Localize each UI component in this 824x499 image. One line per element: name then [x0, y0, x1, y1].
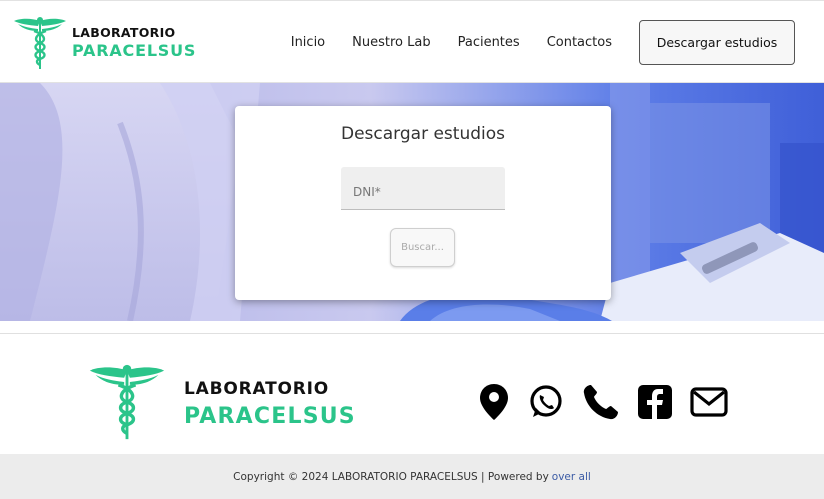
footer-logo-line1: LABORATORIO [184, 379, 330, 399]
download-form-card: Descargar estudios Buscar... [235, 106, 611, 300]
mail-icon[interactable] [690, 387, 728, 417]
whatsapp-icon[interactable] [528, 384, 564, 420]
form-title: Descargar estudios [341, 124, 505, 144]
copyright-text: Copyright © 2024 LABORATORIO PARACELSUS … [233, 470, 549, 483]
copyright-bar: Copyright © 2024 LABORATORIO PARACELSUS … [0, 454, 824, 499]
dni-input[interactable] [341, 167, 505, 210]
site-footer: LABORATORIO PARACELSUS [0, 333, 824, 455]
logo-line2: PARACELSUS [72, 41, 197, 61]
caduceus-icon [86, 362, 168, 447]
nav-inicio[interactable]: Inicio [291, 35, 325, 50]
nav-pacientes[interactable]: Pacientes [458, 35, 520, 50]
header-logo[interactable]: LABORATORIO PARACELSUS [12, 15, 196, 71]
main-nav: Inicio Nuestro Lab Pacientes Contactos [264, 1, 612, 84]
footer-logo-line2: PARACELSUS [184, 404, 356, 429]
footer-logo[interactable]: LABORATORIO PARACELSUS [86, 362, 356, 447]
map-pin-icon[interactable] [478, 383, 510, 421]
nav-contactos[interactable]: Contactos [547, 35, 612, 50]
nav-nuestro-lab[interactable]: Nuestro Lab [352, 35, 430, 50]
caduceus-icon [12, 15, 68, 71]
search-button[interactable]: Buscar... [390, 228, 455, 267]
phone-icon[interactable] [582, 383, 620, 421]
site-header: LABORATORIO PARACELSUS Inicio Nuestro La… [0, 0, 824, 83]
powered-by-link[interactable]: over all [552, 471, 591, 483]
download-studies-button[interactable]: Descargar estudios [639, 20, 795, 65]
social-links [478, 382, 746, 422]
logo-line1: LABORATORIO [72, 24, 176, 40]
facebook-icon[interactable] [638, 385, 672, 419]
